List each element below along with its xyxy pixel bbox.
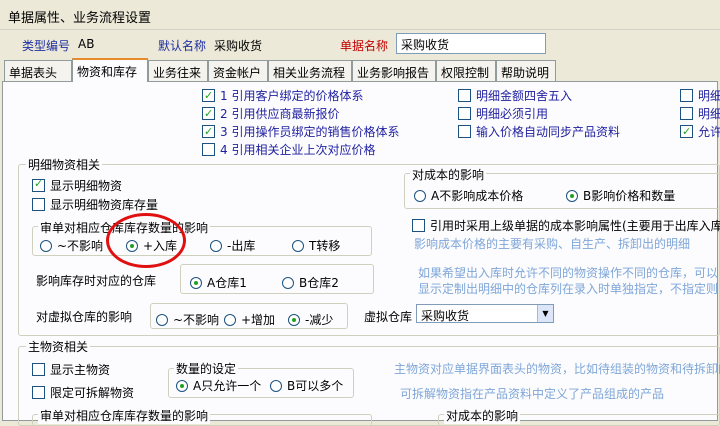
cost-effect-title: 对成本的影响 [410, 166, 487, 183]
radio-transfer[interactable]: T转移 [292, 237, 340, 254]
main-note-2: 可拆解物资指在产品资料中定义了产品组成的产品 [400, 387, 665, 401]
option-extra-3[interactable]: 允许 [680, 123, 720, 141]
virtual-wh-value: 采购收货 [421, 309, 470, 323]
type-code-label: 类型编号 [22, 39, 71, 53]
default-name-value: 采购收货 [214, 39, 263, 53]
warehouse-label: 影响库存时对应的仓库 [36, 274, 157, 288]
radio-warehouse-2[interactable]: B仓库2 [282, 274, 339, 291]
radio-icon[interactable] [288, 314, 300, 326]
limit-split-option[interactable]: 限定可拆解物资 [32, 384, 134, 401]
checkbox-icon[interactable] [32, 198, 45, 211]
radio-icon[interactable] [292, 240, 304, 252]
checkbox-icon[interactable] [32, 363, 45, 376]
radio-icon[interactable] [282, 277, 294, 289]
option-price-related[interactable]: 4 引用相关企业上次对应价格 [202, 141, 399, 159]
tab-business[interactable]: 业务往来 [148, 60, 208, 82]
checkbox-icon[interactable] [458, 107, 471, 120]
checkbox-icon[interactable] [680, 89, 693, 102]
tab-help[interactable]: 帮助说明 [496, 60, 556, 82]
type-code-value: AB [78, 37, 95, 51]
radio-icon[interactable] [566, 190, 578, 202]
radio-qty-many[interactable]: B可以多个 [270, 377, 343, 394]
tab-materials-stock[interactable]: 物资和库存 [72, 58, 148, 82]
checkbox-icon[interactable] [32, 386, 45, 399]
checkbox-icon[interactable] [202, 87, 215, 105]
radio-icon[interactable] [414, 190, 426, 202]
radio-icon[interactable] [190, 277, 202, 289]
virtual-wh-select-label: 虚拟仓库 [364, 310, 413, 324]
checkbox-icon[interactable] [458, 125, 471, 138]
radio-icon[interactable] [40, 240, 52, 252]
main-note-1: 主物资对应单据界面表头的物资，比如待组装的物资和待拆卸的 [394, 362, 720, 376]
cost-note: 影响成本价格的主要有采购、自生产、拆卸出的明细 [414, 237, 691, 251]
radio-qty-one[interactable]: A只允许一个 [176, 377, 261, 394]
option-price-supplier[interactable]: 2 引用供应商最新报价 [202, 105, 399, 123]
checkbox-icon[interactable] [680, 107, 693, 120]
tab-doc-header[interactable]: 单据表头 [4, 60, 72, 82]
radio-icon[interactable] [210, 240, 222, 252]
checkbox-icon[interactable] [202, 123, 215, 141]
chevron-down-icon[interactable]: ▼ [537, 305, 553, 322]
main-group-title: 主物资相关 [26, 338, 91, 355]
detail-group-title: 明细物资相关 [26, 156, 103, 173]
tab-related-flow[interactable]: 相关业务流程 [268, 60, 352, 82]
option-extra-1[interactable]: 明细 [680, 87, 720, 105]
warehouse-note-2: 显示定制出明细中的仓库列在录入时单独指定，不指定则 [418, 282, 719, 296]
option-price-customer[interactable]: 1 引用客户绑定的价格体系 [202, 87, 399, 105]
radio-cost-none[interactable]: A不影响成本价格 [414, 187, 523, 204]
checkbox-icon[interactable] [412, 219, 425, 232]
checkbox-icon[interactable] [202, 143, 215, 156]
radio-icon[interactable] [176, 380, 188, 392]
radio-virtual-none[interactable]: ~不影响 [156, 311, 219, 328]
doc-name-label: 单据名称 [340, 39, 389, 53]
show-stock-option[interactable]: 显示明细物资库存量 [32, 196, 158, 213]
radio-virtual-add[interactable]: +增加 [224, 311, 275, 328]
main-stock-effect-title: 审单对相应仓库库存数量的影响 [38, 407, 211, 424]
show-main-option[interactable]: 显示主物资 [32, 361, 110, 378]
radio-icon[interactable] [270, 380, 282, 392]
option-price-operator[interactable]: 3 引用操作员绑定的销售价格体系 [202, 123, 399, 141]
qty-setting-title: 数量的设定 [174, 360, 239, 377]
tab-permissions[interactable]: 权限控制 [436, 60, 496, 82]
radio-warehouse-1[interactable]: A仓库1 [190, 274, 247, 291]
radio-virtual-reduce[interactable]: -减少 [288, 311, 333, 328]
radio-cost-affect[interactable]: B影响价格和数量 [566, 187, 675, 204]
show-detail-option[interactable]: 显示明细物资 [32, 177, 122, 194]
checkbox-icon[interactable] [32, 177, 45, 192]
option-sync-price[interactable]: 输入价格自动同步产品资料 [458, 123, 620, 141]
red-highlight-circle [106, 213, 186, 268]
tab-accounts[interactable]: 资金帐户 [208, 60, 268, 82]
checkbox-icon[interactable] [680, 123, 693, 141]
window-titlebar: 单据属性、业务流程设置 [0, 0, 720, 30]
radio-icon[interactable] [156, 314, 168, 326]
option-extra-2[interactable]: 明细 [680, 105, 720, 123]
radio-icon[interactable] [224, 314, 236, 326]
tab-impact-report[interactable]: 业务影响报告 [352, 60, 436, 82]
price-options-column: 1 引用客户绑定的价格体系 2 引用供应商最新报价 3 引用操作员绑定的销售价格… [202, 87, 399, 159]
radio-stock-out[interactable]: -出库 [210, 237, 255, 254]
virtual-wh-label: 对虚拟仓库的影响 [36, 310, 133, 324]
default-name-label: 默认名称 [158, 39, 207, 53]
warehouse-note-1: 如果希望出入库时允许不同的物资操作不同的仓库，可以 [418, 266, 719, 280]
option-detail-must-ref[interactable]: 明细必须引用 [458, 105, 620, 123]
radio-no-effect[interactable]: ~不影响 [40, 237, 103, 254]
checkbox-icon[interactable] [458, 89, 471, 102]
window-title: 单据属性、业务流程设置 [8, 11, 152, 26]
upper-cost-option[interactable]: 引用时采用上级单据的成本影响属性(主要用于出库入库 [412, 217, 720, 234]
doc-name-input[interactable]: 采购收货 [396, 33, 546, 54]
extra-options-column: 明细 明细 允许 [680, 87, 720, 141]
tab-strip: 单据表头 物资和库存 业务往来 资金帐户 相关业务流程 业务影响报告 权限控制 … [4, 58, 564, 82]
detail-options-column: 明细金额四舍五入 明细必须引用 输入价格自动同步产品资料 [458, 87, 620, 141]
checkbox-icon[interactable] [202, 105, 215, 123]
virtual-wh-select[interactable]: 采购收货 ▼ [416, 304, 554, 323]
option-round-amount[interactable]: 明细金额四舍五入 [458, 87, 620, 105]
main-cost-title: 对成本的影响 [444, 407, 521, 424]
